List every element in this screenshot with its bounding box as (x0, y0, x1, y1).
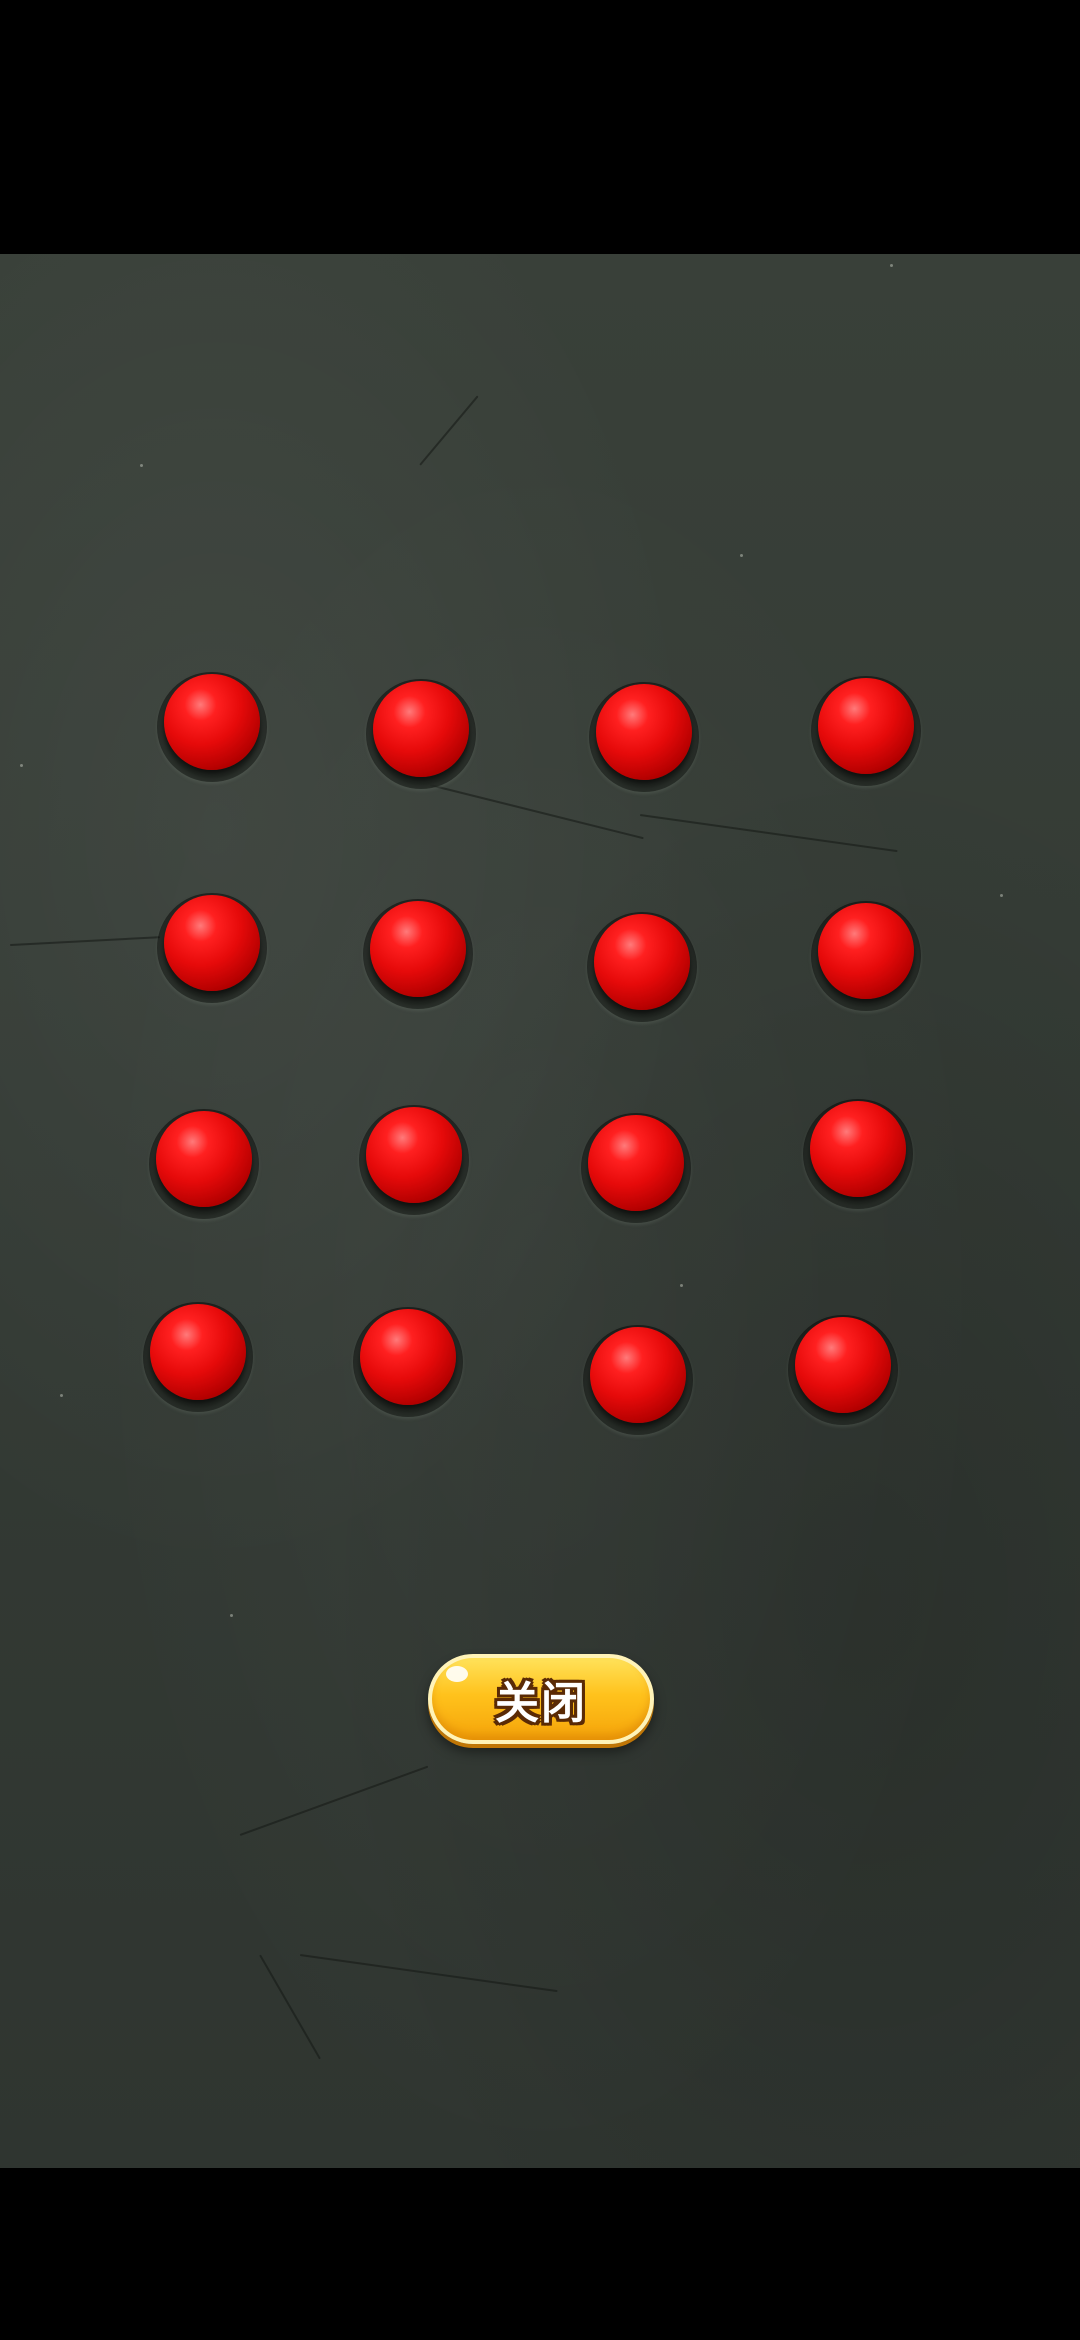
surface-speck (1000, 894, 1003, 897)
red-ball[interactable] (818, 678, 914, 774)
red-ball[interactable] (366, 1107, 462, 1203)
red-ball[interactable] (596, 684, 692, 780)
button-shine (446, 1666, 468, 1682)
red-ball[interactable] (795, 1317, 891, 1413)
surface-speck (140, 464, 143, 467)
red-ball[interactable] (373, 681, 469, 777)
game-screen: 关闭 (0, 0, 1080, 2340)
red-ball[interactable] (370, 901, 466, 997)
surface-crack (9, 936, 160, 946)
close-button-label: 关闭 (495, 1678, 587, 1729)
red-ball[interactable] (164, 895, 260, 991)
red-ball[interactable] (164, 674, 260, 770)
surface-speck (20, 764, 23, 767)
surface-crack (639, 814, 898, 853)
red-ball[interactable] (588, 1115, 684, 1211)
surface-speck (230, 1614, 233, 1617)
clay-board (0, 254, 1080, 2168)
surface-speck (60, 1394, 63, 1397)
red-ball[interactable] (818, 903, 914, 999)
surface-speck (890, 264, 893, 267)
red-ball[interactable] (150, 1304, 246, 1400)
surface-crack (239, 1765, 429, 1836)
surface-crack (299, 1954, 558, 1993)
surface-speck (680, 1284, 683, 1287)
red-ball[interactable] (810, 1101, 906, 1197)
surface-speck (740, 554, 743, 557)
red-ball[interactable] (360, 1309, 456, 1405)
surface-crack (429, 784, 644, 840)
red-ball[interactable] (156, 1111, 252, 1207)
red-ball[interactable] (590, 1327, 686, 1423)
close-button[interactable]: 关闭 (428, 1654, 654, 1744)
surface-crack (259, 1954, 321, 2060)
top-black-bar (0, 0, 1080, 254)
surface-crack (419, 395, 479, 466)
red-ball[interactable] (594, 914, 690, 1010)
bottom-black-bar (0, 2168, 1080, 2340)
